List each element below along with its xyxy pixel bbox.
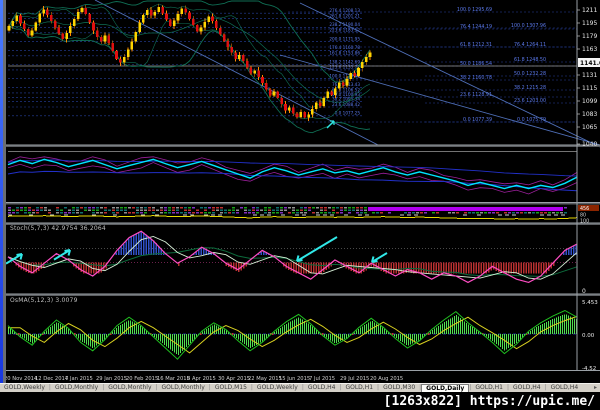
- chart-tab-gold-m30[interactable]: GOLD,M30: [379, 384, 419, 392]
- svg-text:1195: 1195: [582, 20, 597, 27]
- svg-text:261.8 1201.21: 261.8 1201.21: [329, 13, 360, 18]
- svg-text:0.0 1075.79: 0.0 1075.79: [517, 117, 546, 123]
- svg-text:1115: 1115: [582, 85, 597, 92]
- chart-canvas[interactable]: 276.4 1208.13261.8 1201.21238.2 1190.042…: [0, 0, 600, 383]
- svg-text:7 Jan 2015: 7 Jan 2015: [65, 376, 93, 382]
- svg-text:22 May 2015: 22 May 2015: [248, 376, 282, 382]
- svg-text:456: 456: [580, 206, 589, 212]
- svg-text:1131: 1131: [582, 72, 597, 79]
- svg-text:200.0 1171.95: 200.0 1171.95: [329, 36, 360, 41]
- svg-text:100: 100: [580, 219, 589, 225]
- svg-text:161.8 1153.86: 161.8 1153.86: [329, 51, 360, 56]
- ribbon-highlight-bar: [368, 207, 563, 211]
- chart-tab-bar[interactable]: GOLD,Weekly | GOLD,Monthly | GOLD,Monthly | GO…: [0, 383, 600, 392]
- mt4-window: 276.4 1208.13261.8 1201.21238.2 1190.042…: [0, 0, 600, 410]
- svg-text:1211: 1211: [582, 7, 597, 14]
- status-bar: [1263x822] https://upic.me/: [0, 392, 600, 410]
- svg-text:8 Apr 2015: 8 Apr 2015: [187, 376, 216, 382]
- chart-tab-gold-h4[interactable]: GOLD,H4: [509, 384, 545, 392]
- svg-text:80: 80: [580, 213, 586, 219]
- svg-text:1040: 1040: [582, 141, 597, 148]
- svg-text:100.0 1295.69: 100.0 1295.69: [457, 7, 492, 13]
- svg-text:176.4 1160.78: 176.4 1160.78: [329, 45, 360, 50]
- svg-text:-4.52: -4.52: [582, 366, 596, 372]
- status-text: [1263x822] https://upic.me/: [383, 393, 595, 409]
- date-axis: 20 Nov 201412 Dec 20147 Jan 2015 29 Jan 2…: [4, 376, 403, 382]
- svg-text:1083: 1083: [582, 111, 597, 118]
- chart-tab-gold-monthly[interactable]: GOLD,Monthly: [104, 384, 155, 392]
- svg-text:29 Jul 2015: 29 Jul 2015: [340, 376, 369, 382]
- chart-tab-gold-monthly[interactable]: GOLD,Monthly: [158, 384, 209, 392]
- svg-text:1099: 1099: [582, 98, 597, 105]
- current-price-box: 1141.0: [578, 58, 600, 67]
- svg-text:0: 0: [582, 288, 586, 295]
- chart-tab-gold-h4[interactable]: GOLD,H4: [304, 384, 340, 392]
- svg-text:20 Nov 2014: 20 Nov 2014: [4, 376, 38, 382]
- svg-text:76.4 1244.19: 76.4 1244.19: [460, 24, 492, 30]
- svg-text:61.8 1212.31: 61.8 1212.31: [460, 42, 492, 48]
- svg-text:23.6 1203.00: 23.6 1203.00: [514, 98, 546, 104]
- svg-text:29 Jan 2015: 29 Jan 2015: [96, 376, 127, 382]
- window-left-border-inner: [3, 0, 6, 392]
- chart-tab-gold-weekly[interactable]: GOLD,Weekly: [253, 384, 302, 392]
- chart-tab-gold-daily[interactable]: GOLD,Daily: [421, 384, 470, 392]
- svg-text:30 Apr 2015: 30 Apr 2015: [218, 376, 250, 382]
- svg-text:1141.0: 1141.0: [580, 60, 600, 67]
- svg-text:138.2 1142.69: 138.2 1142.69: [329, 59, 360, 64]
- svg-text:61.8 1248.50: 61.8 1248.50: [514, 57, 546, 63]
- svg-text:1179: 1179: [582, 33, 597, 40]
- svg-text:100.0 1307.96: 100.0 1307.96: [511, 23, 546, 29]
- svg-text:5.453: 5.453: [582, 300, 598, 306]
- tab-scroll-right-icon[interactable]: ▸: [591, 384, 600, 392]
- chart-tab-gold-h1[interactable]: GOLD,H1: [471, 384, 507, 392]
- chart-tab-gold-h4[interactable]: GOLD,H4: [547, 384, 583, 392]
- chart-tab-gold-h1[interactable]: GOLD,H1: [341, 384, 377, 392]
- svg-text:7 Jul 2015: 7 Jul 2015: [309, 376, 335, 382]
- svg-text:38.2 1215.28: 38.2 1215.28: [514, 85, 546, 91]
- svg-text:12 Dec 2014: 12 Dec 2014: [35, 376, 69, 382]
- chart-tab-gold-m15[interactable]: GOLD,M15: [211, 384, 251, 392]
- chart-tab-gold-weekly[interactable]: GOLD,Weekly: [0, 384, 49, 392]
- svg-text:0.00: 0.00: [582, 333, 595, 339]
- svg-text:0.0 1077.25: 0.0 1077.25: [335, 111, 361, 116]
- svg-text:123.6 1135.77: 123.6 1135.77: [329, 65, 360, 70]
- svg-text:76.4 1264.11: 76.4 1264.11: [514, 42, 546, 48]
- svg-text:1163: 1163: [582, 46, 597, 53]
- svg-text:15 Jun 2015: 15 Jun 2015: [279, 376, 310, 382]
- svg-text:16 Mar 2015: 16 Mar 2015: [157, 376, 190, 382]
- svg-text:38.2 1160.78: 38.2 1160.78: [460, 75, 492, 81]
- svg-text:20 Feb 2015: 20 Feb 2015: [126, 376, 158, 382]
- chart-tab-gold-monthly[interactable]: GOLD,Monthly: [51, 384, 102, 392]
- svg-text:20 Aug 2015: 20 Aug 2015: [370, 376, 403, 382]
- svg-text:1065: 1065: [582, 124, 597, 131]
- svg-text:50.0 1232.28: 50.0 1232.28: [514, 71, 546, 77]
